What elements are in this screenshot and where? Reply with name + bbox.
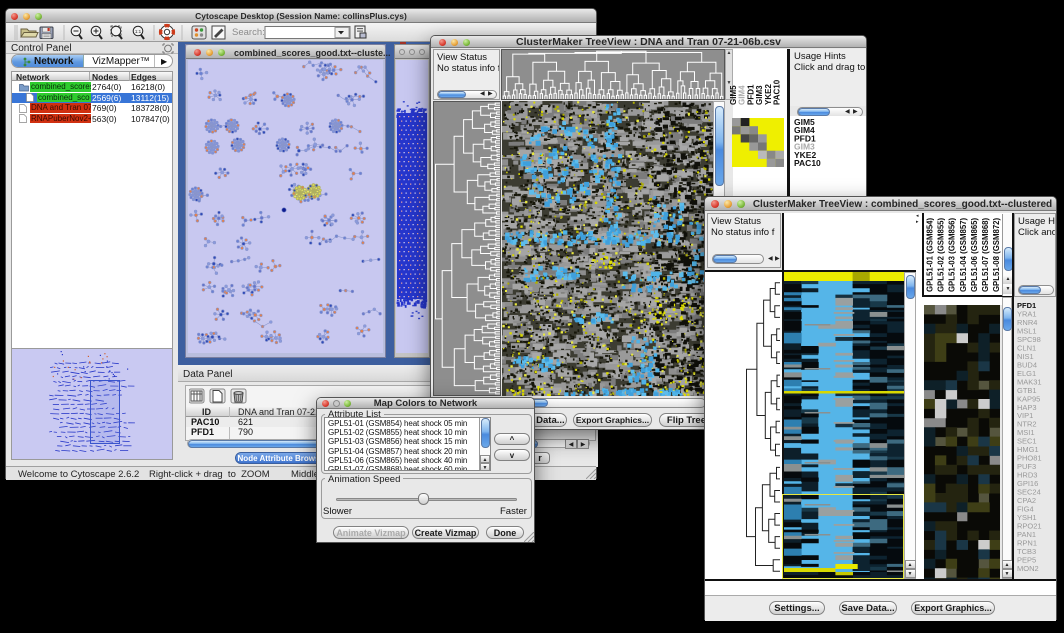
svg-text:GPL51-07 (GSM868): GPL51-07 (GSM868)	[981, 217, 990, 292]
svg-text:GIM5: GIM5	[729, 85, 738, 105]
svg-text:GPL51-04 (GSM857): GPL51-04 (GSM857)	[959, 217, 968, 292]
svg-text:PAC10: PAC10	[773, 79, 782, 105]
svg-text:MON2: MON2	[1017, 564, 1039, 573]
svg-text:PFD1: PFD1	[746, 84, 755, 105]
svg-text:PAC10: PAC10	[794, 158, 821, 168]
svg-text:GIM4: GIM4	[738, 85, 747, 105]
svg-text:GIM3: GIM3	[755, 85, 764, 105]
svg-text:1:1: 1:1	[135, 29, 142, 34]
svg-text:GPL51-02 (GSM855): GPL51-02 (GSM855)	[937, 217, 946, 292]
svg-text:YKE2: YKE2	[764, 84, 773, 105]
svg-text:GPL51-08 (GSM872): GPL51-08 (GSM872)	[992, 217, 1001, 292]
svg-text:GPL51-06 (GSM865): GPL51-06 (GSM865)	[970, 217, 979, 292]
svg-text:GPL51-01 (GSM854): GPL51-01 (GSM854)	[926, 217, 935, 292]
svg-text:GPL51-03 (GSM856): GPL51-03 (GSM856)	[948, 217, 957, 292]
